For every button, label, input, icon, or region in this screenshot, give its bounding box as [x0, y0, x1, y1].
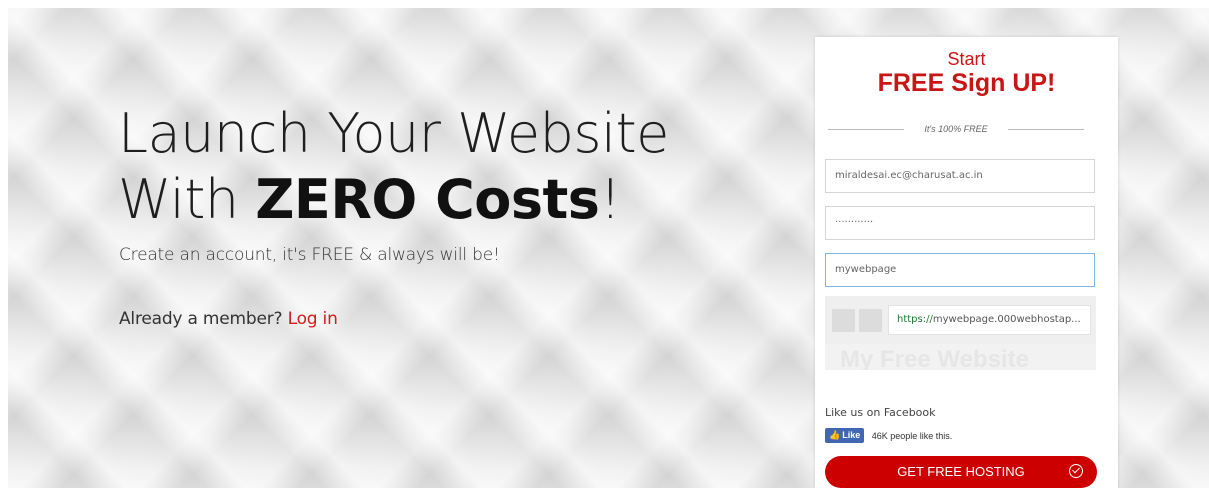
- signup-title: FREE Sign UP!: [877, 69, 1056, 97]
- preview-url-scheme: https://: [897, 314, 933, 325]
- preview-url: https://mywebpage.000webhostap...: [888, 305, 1091, 335]
- login-link[interactable]: Log in: [288, 309, 338, 329]
- facebook-label: Like us on Facebook: [825, 406, 936, 419]
- preview-forward-icon: [859, 309, 882, 332]
- member-prompt: Already a member? Log in: [119, 309, 338, 329]
- thumbs-up-icon: 👍: [829, 430, 841, 441]
- signup-start-label: Start: [947, 49, 986, 69]
- divider-rule-right: [1008, 129, 1084, 130]
- headline-line-1: Launch Your Website: [118, 102, 669, 165]
- preview-site-name: My Free Website: [840, 346, 1029, 370]
- member-prompt-text: Already a member?: [119, 309, 283, 329]
- password-field[interactable]: ············: [825, 206, 1095, 240]
- headline-prefix: With: [118, 168, 256, 231]
- get-free-hosting-button[interactable]: GET FREE HOSTING: [825, 456, 1097, 488]
- free-divider: It's 100% FREE: [828, 122, 1084, 136]
- headline-suffix: !: [599, 168, 621, 231]
- check-circle-icon: [1069, 464, 1083, 478]
- preview-url-rest: mywebpage.000webhostap...: [932, 314, 1081, 325]
- headline-line-2: With ZERO Costs!: [118, 167, 669, 233]
- headline-emphasis: ZERO Costs: [255, 168, 600, 231]
- hero-headline: Launch Your Website With ZERO Costs!: [118, 101, 669, 233]
- website-name-field[interactable]: mywebpage: [825, 253, 1095, 287]
- cta-label: GET FREE HOSTING: [897, 464, 1025, 479]
- preview-back-icon: [832, 309, 855, 332]
- facebook-like-count: 46K people like this.: [871, 430, 953, 441]
- signup-panel: Start FREE Sign UP! It's 100% FREE miral…: [815, 37, 1118, 488]
- hero-subtitle: Create an account, it's FREE & always wi…: [119, 245, 500, 265]
- facebook-like-button[interactable]: 👍 Like: [825, 428, 865, 444]
- facebook-like-row: 👍 Like 46K people like this.: [825, 427, 953, 444]
- facebook-like-label: Like: [842, 430, 861, 441]
- email-field[interactable]: miraldesai.ec@charusat.ac.in: [825, 159, 1095, 193]
- website-preview: https://mywebpage.000webhostap... My Fre…: [825, 296, 1096, 370]
